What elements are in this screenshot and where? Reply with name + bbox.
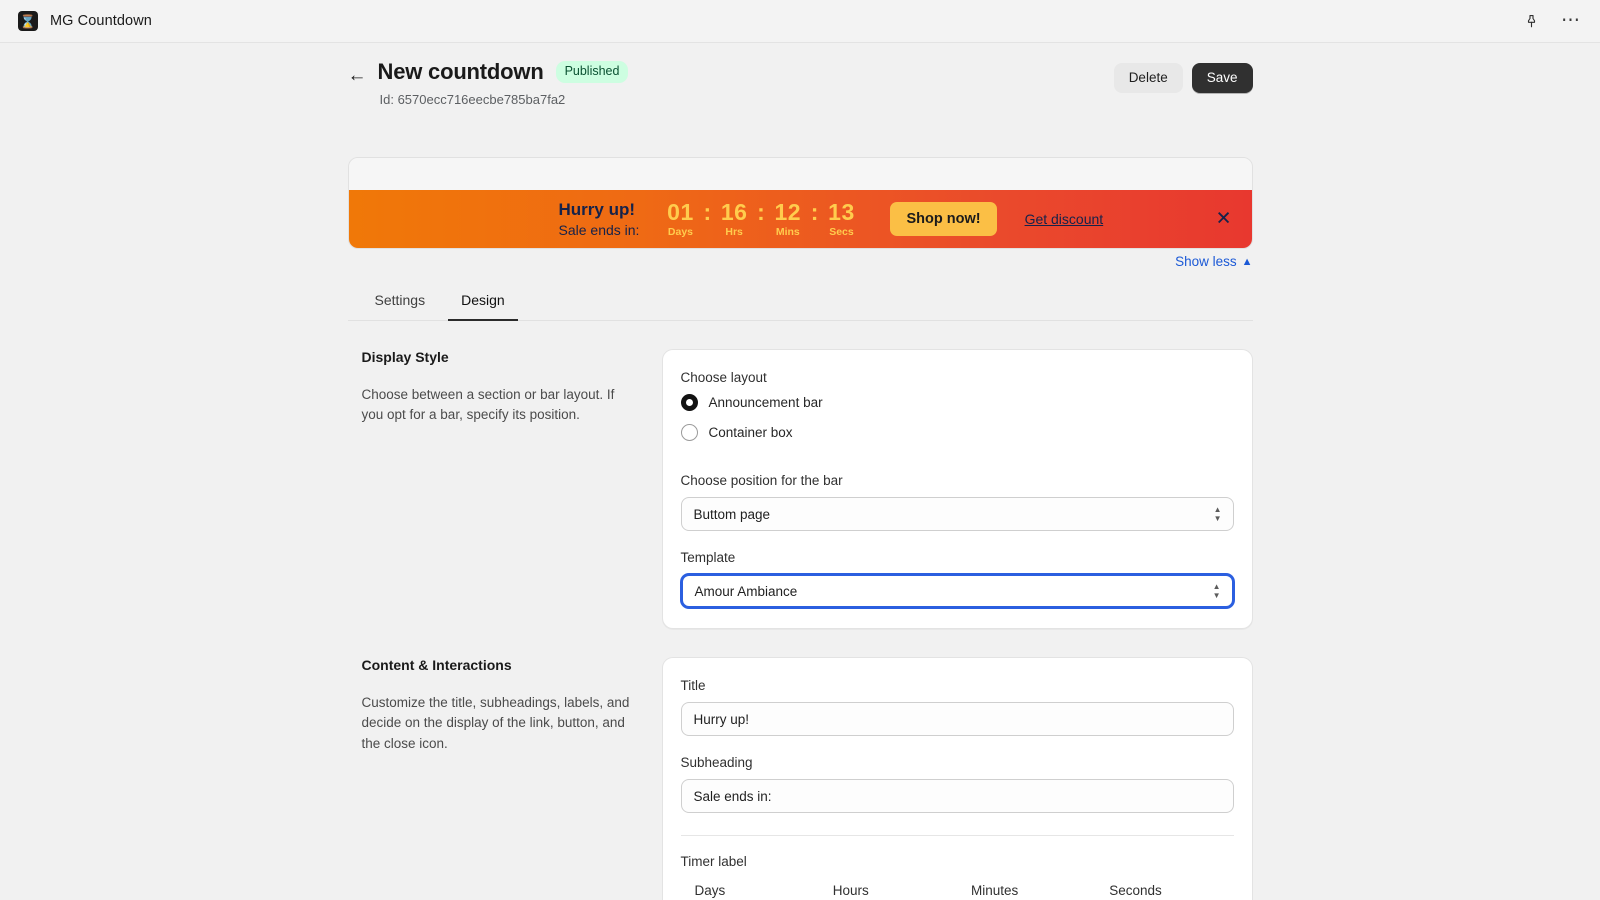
divider — [680, 835, 1234, 836]
timer-label-heading: Timer label — [680, 854, 747, 869]
more-horizontal-icon[interactable]: ⋯ — [1558, 8, 1584, 34]
page-header: ← New countdown Published Id: 6570ecc716… — [348, 59, 1253, 107]
chevron-updown-icon: ▲ ▼ — [1212, 582, 1221, 600]
close-icon[interactable]: ✕ — [1216, 210, 1232, 229]
tab-bar: Settings Design — [347, 285, 1253, 321]
show-less-label: Show less — [1175, 254, 1237, 269]
timer-label-grid: Days Days Hours Hrs Minutes Mins Seconds… — [681, 883, 1234, 900]
content-interactions-description-block: Content & Interactions Customize the tit… — [362, 657, 662, 900]
timer-value-minutes: 12 — [774, 199, 802, 226]
timer-separator: : — [810, 199, 819, 226]
timer-label-seconds: Secs — [829, 225, 854, 238]
position-select-value: Buttom page — [693, 506, 771, 522]
hourglass-icon: ⌛ — [18, 11, 38, 31]
subheading-field-label: Subheading — [680, 755, 753, 770]
preview-section: Hurry up! Sale ends in: 01 Days : 16 Hrs… — [347, 157, 1253, 269]
header-actions: Delete Save — [1113, 59, 1253, 94]
get-discount-link[interactable]: Get discount — [1025, 211, 1104, 227]
page-content: ← New countdown Published Id: 6570ecc716… — [347, 43, 1253, 900]
radio-container-box[interactable]: Container box — [680, 424, 1234, 441]
timer-field-hours: Hours Hrs — [833, 883, 957, 900]
page-title: New countdown — [377, 59, 544, 84]
subheading-input[interactable]: Sale ends in: — [680, 779, 1234, 813]
countdown-subheading: Sale ends in: — [558, 221, 640, 238]
display-style-card: Choose layout Announcement bar Container… — [661, 349, 1253, 629]
show-less-toggle[interactable]: Show less ▲ — [348, 254, 1253, 269]
display-style-section: Display Style Choose between a section o… — [348, 321, 1253, 629]
chevron-up-icon: ▲ — [1241, 255, 1253, 268]
timer-label-hours: Hrs — [725, 225, 743, 238]
template-label: Template — [680, 550, 736, 565]
app-branding: ⌛ MG Countdown — [18, 11, 152, 31]
radio-label-container-box: Container box — [708, 425, 793, 440]
app-bar-actions: ⋯ — [1518, 0, 1584, 42]
position-label: Choose position for the bar — [680, 473, 843, 488]
display-style-description: Choose between a section or bar layout. … — [361, 387, 615, 423]
title-input[interactable]: Hurry up! — [680, 702, 1234, 736]
display-style-title: Display Style — [361, 349, 449, 365]
template-select[interactable]: Amour Ambiance ▲ ▼ — [680, 574, 1234, 608]
timer-separator: : — [703, 199, 712, 226]
choose-layout-label: Choose layout — [680, 370, 767, 385]
position-select[interactable]: Buttom page ▲ ▼ — [680, 497, 1234, 531]
content-interactions-description: Customize the title, subheadings, labels… — [361, 695, 630, 751]
timer-unit-days: 01 Days — [661, 200, 699, 237]
chevron-updown-icon: ▲ ▼ — [1213, 505, 1222, 523]
timer-unit-minutes: 12 Mins — [769, 200, 807, 237]
countdown-title: Hurry up! — [558, 200, 636, 220]
timer-unit-seconds: 13 Secs — [822, 200, 860, 237]
timer-field-label-hours: Hours — [832, 883, 869, 898]
timer-separator: : — [757, 199, 765, 226]
timer-field-minutes: Minutes Mins — [971, 883, 1095, 900]
delete-button[interactable]: Delete — [1113, 63, 1183, 94]
preview-blank-area — [348, 158, 1252, 190]
tab-design[interactable]: Design — [448, 285, 518, 321]
timer-value-hours: 16 — [720, 199, 748, 226]
content-interactions-title: Content & Interactions — [361, 657, 512, 673]
page-body: ← New countdown Published Id: 6570ecc716… — [0, 43, 1600, 900]
record-id: Id: 6570ecc716eecbe785ba7fa2 — [379, 92, 566, 107]
preview-card: Hurry up! Sale ends in: 01 Days : 16 Hrs… — [347, 157, 1253, 249]
timer-unit-hours: 16 Hrs — [715, 200, 753, 237]
app-top-bar: ⌛ MG Countdown ⋯ — [0, 0, 1600, 43]
radio-announcement-bar[interactable]: Announcement bar — [680, 394, 1234, 411]
shop-now-button[interactable]: Shop now! — [890, 202, 997, 236]
radio-selected-icon — [680, 394, 698, 411]
content-interactions-card: Title Hurry up! Subheading Sale ends in:… — [661, 657, 1253, 900]
tab-settings[interactable]: Settings — [362, 285, 439, 321]
timer-label-minutes: Mins — [775, 225, 800, 238]
countdown-text-block: Hurry up! Sale ends in: — [559, 200, 640, 238]
timer-field-days: Days Days — [695, 883, 819, 900]
timer-field-seconds: Seconds Secs — [1109, 883, 1233, 900]
display-style-description-block: Display Style Choose between a section o… — [362, 349, 662, 629]
title-row: New countdown Published — [378, 59, 1114, 85]
timer-field-label-days: Days — [694, 883, 726, 898]
pin-icon[interactable] — [1518, 8, 1544, 34]
timer-value-days: 01 — [667, 199, 694, 226]
save-button[interactable]: Save — [1191, 63, 1253, 94]
timer-value-seconds: 13 — [828, 199, 855, 226]
title-field-label: Title — [680, 678, 706, 693]
timer-field-label-seconds: Seconds — [1109, 883, 1162, 898]
radio-unselected-icon — [680, 424, 698, 441]
countdown-timer: 01 Days : 16 Hrs : 12 Mins : 13 Secs — [661, 200, 860, 237]
timer-field-label-minutes: Minutes — [971, 883, 1019, 898]
content-interactions-section: Content & Interactions Customize the tit… — [348, 629, 1253, 900]
page-title-block: New countdown Published Id: 6570ecc716ee… — [378, 59, 1114, 107]
timer-label-days: Days — [667, 225, 693, 238]
countdown-bar-preview: Hurry up! Sale ends in: 01 Days : 16 Hrs… — [348, 190, 1252, 248]
app-title: MG Countdown — [50, 13, 152, 29]
template-select-value: Amour Ambiance — [694, 583, 798, 599]
radio-label-announcement-bar: Announcement bar — [708, 395, 823, 410]
arrow-left-icon[interactable]: ← — [348, 66, 367, 85]
status-badge: Published — [555, 61, 629, 83]
